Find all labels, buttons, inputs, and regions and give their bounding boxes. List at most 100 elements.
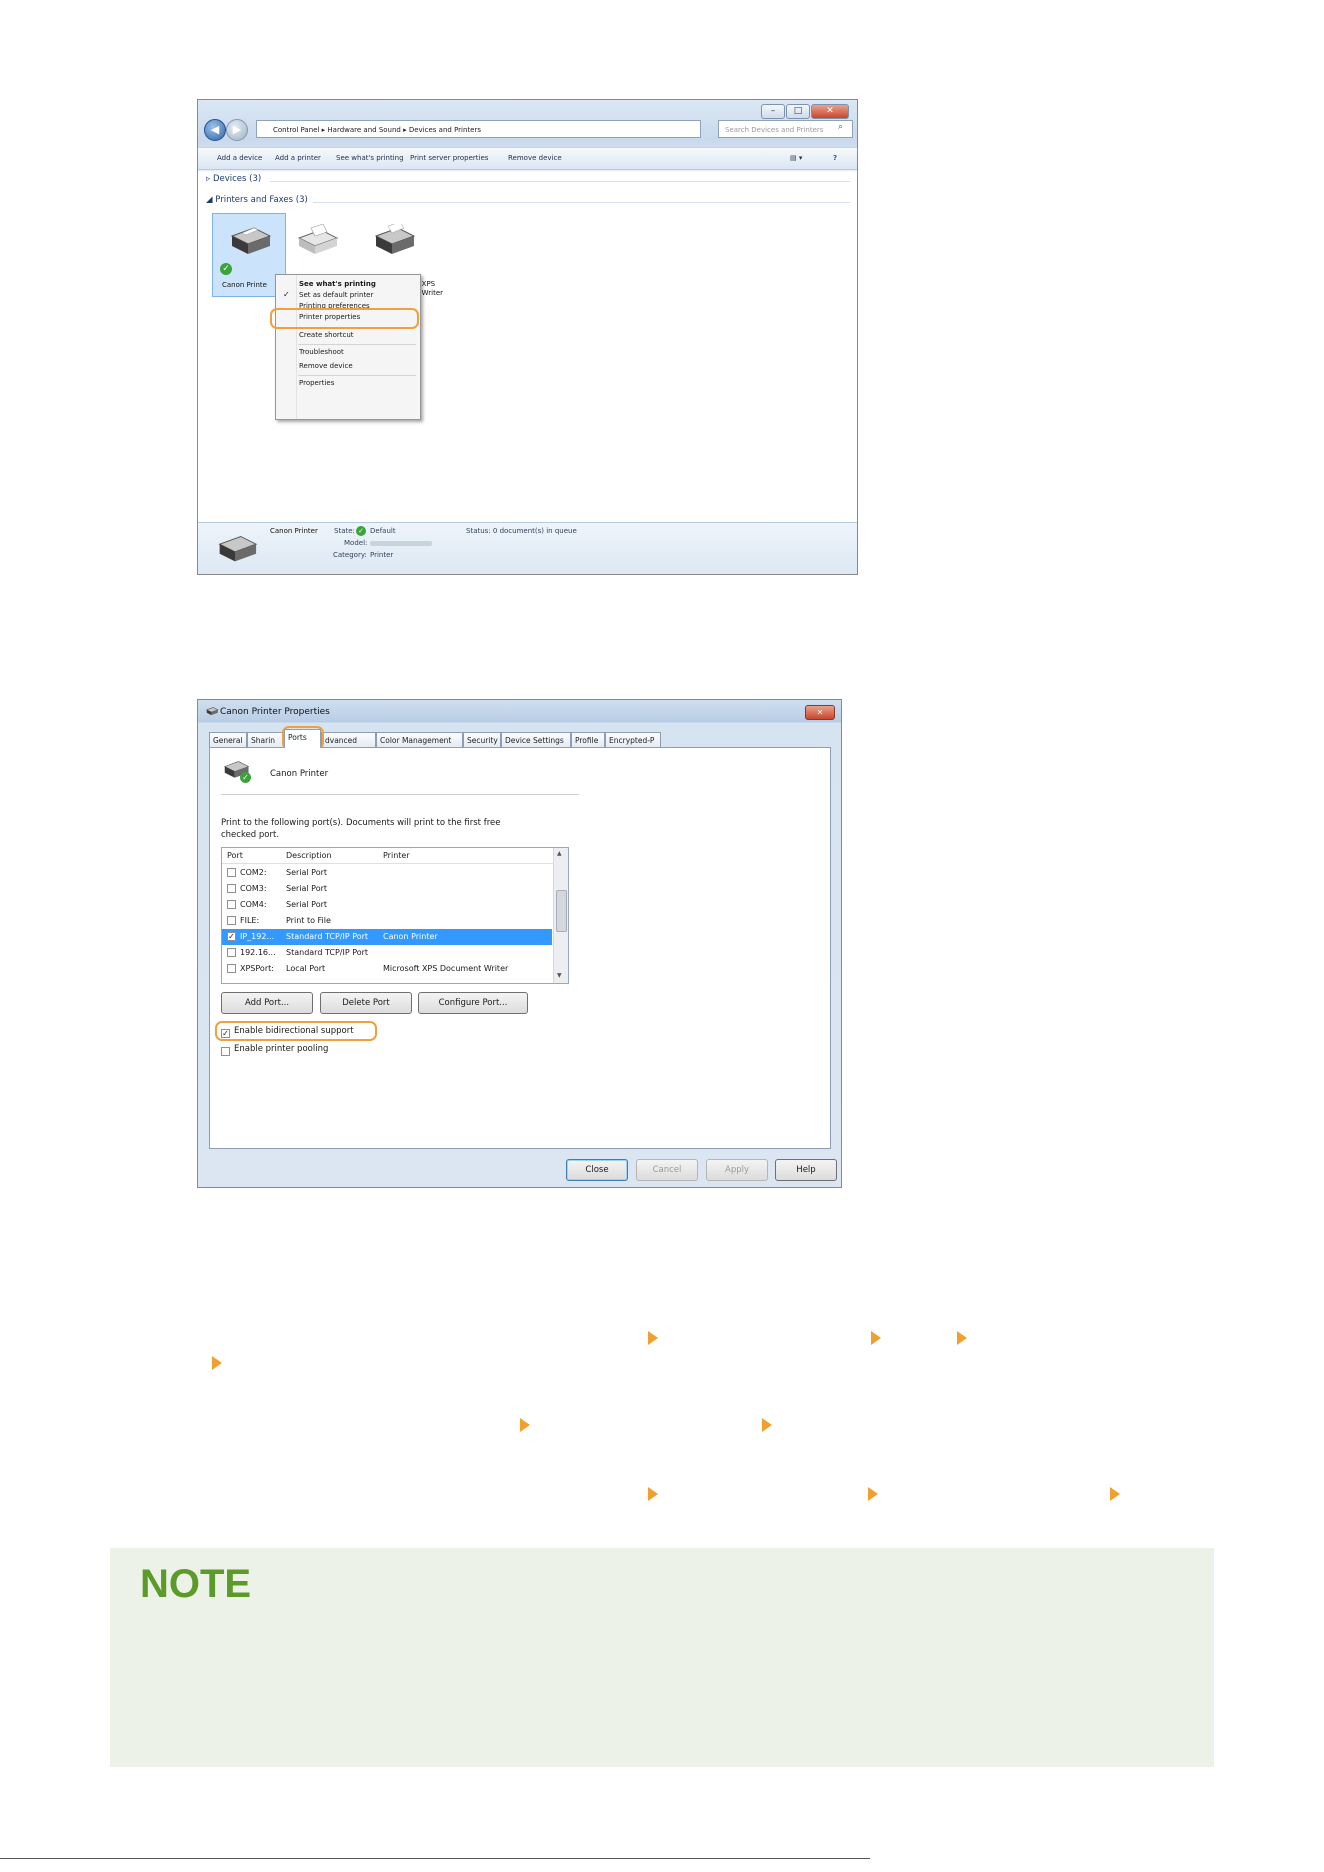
port-row[interactable]: 192.16... Standard TCP/IP Port: [222, 945, 552, 961]
category-label: Category:: [333, 551, 367, 559]
column-header-description[interactable]: Description: [286, 848, 332, 863]
tab-general[interactable]: General: [209, 732, 247, 747]
port-cell-printer: Microsoft XPS Document Writer: [383, 964, 509, 973]
menu-item-create-shortcut[interactable]: Create shortcut: [276, 330, 420, 341]
maximize-button[interactable]: □: [786, 104, 810, 119]
view-options-icon[interactable]: ▤ ▾: [790, 148, 802, 169]
add-printer-button[interactable]: Add a printer: [275, 148, 321, 169]
menu-item-properties[interactable]: Properties: [276, 378, 420, 389]
search-input[interactable]: Search Devices and Printers: [718, 120, 853, 138]
port-cell-port: XPSPort:: [240, 964, 274, 973]
back-arrow-icon[interactable]: ◀: [204, 119, 226, 141]
step-arrow-icon: [871, 1331, 881, 1345]
port-row[interactable]: COM2: Serial Port: [222, 865, 552, 881]
menu-item-printing-preferences[interactable]: Printing preferences: [276, 301, 420, 308]
add-device-button[interactable]: Add a device: [217, 148, 262, 169]
tab-security[interactable]: Security: [463, 732, 501, 747]
port-checkbox[interactable]: [227, 964, 236, 973]
minimize-button[interactable]: –: [761, 104, 785, 119]
category-value: Printer: [370, 551, 394, 559]
port-checkbox[interactable]: ✓: [227, 932, 236, 941]
configure-port-button[interactable]: Configure Port...: [418, 992, 528, 1014]
devices-group-header[interactable]: ▹ Devices (3): [206, 174, 261, 184]
window-controls: – □ ✕: [761, 104, 849, 119]
remove-device-button[interactable]: Remove device: [508, 148, 562, 169]
port-checkbox[interactable]: [227, 884, 236, 893]
scroll-down-icon[interactable]: ▼: [557, 972, 562, 979]
step-arrow-icon: [868, 1487, 878, 1501]
instructions-line1: Print to the following port(s). Document…: [221, 818, 501, 828]
help-icon[interactable]: ?: [833, 148, 837, 169]
forward-arrow-icon[interactable]: ▶: [226, 119, 248, 141]
cancel-button[interactable]: Cancel: [636, 1159, 698, 1181]
devices-and-printers-window: – □ ✕ ◀ ▶ Control Panel ▸ Hardware and S…: [197, 99, 858, 575]
tab-color-management[interactable]: Color Management: [376, 732, 463, 747]
printers-group-header[interactable]: ◢ Printers and Faxes (3): [206, 195, 308, 205]
column-header-printer[interactable]: Printer: [383, 848, 410, 863]
breadcrumb-devices-and-printers[interactable]: Devices and Printers: [409, 126, 481, 134]
print-server-properties-button[interactable]: Print server properties: [410, 148, 488, 169]
close-button[interactable]: ✕: [811, 104, 849, 119]
port-cell-description: Serial Port: [286, 868, 328, 877]
breadcrumb-control-panel[interactable]: Control Panel: [273, 126, 319, 134]
menu-separator: [298, 344, 416, 345]
highlight-printer-properties: [270, 308, 419, 329]
menu-item-troubleshoot[interactable]: Troubleshoot: [276, 347, 420, 358]
menu-item-see-whats-printing[interactable]: See what's printing: [276, 279, 420, 290]
tab-advanced[interactable]: dvanced: [321, 732, 376, 747]
search-icon: ⌕: [838, 122, 844, 132]
port-row[interactable]: COM4: Serial Port: [222, 897, 552, 913]
help-button[interactable]: Help: [775, 1159, 837, 1181]
breadcrumb-hardware-and-sound[interactable]: Hardware and Sound: [327, 126, 400, 134]
instructions-line2: checked port.: [221, 830, 280, 840]
pooling-checkbox[interactable]: [221, 1047, 230, 1056]
printer-properties-dialog: Canon Printer Properties ✕ General Shari…: [197, 699, 842, 1188]
note-title: NOTE: [140, 1562, 252, 1606]
tab-ports[interactable]: Ports: [284, 729, 321, 748]
column-header-port[interactable]: Port: [227, 848, 243, 863]
tab-sharing[interactable]: Sharin: [247, 732, 284, 747]
port-cell-port: 192.16...: [240, 948, 276, 957]
port-cell-description: Serial Port: [286, 884, 328, 893]
tab-profile[interactable]: Profile: [571, 732, 605, 747]
port-checkbox[interactable]: [227, 916, 236, 925]
printer-name: Canon Printer: [270, 769, 329, 779]
add-port-button[interactable]: Add Port...: [221, 992, 313, 1014]
port-row[interactable]: COM3: Serial Port: [222, 881, 552, 897]
scroll-up-icon[interactable]: ▲: [557, 850, 562, 857]
divider: [221, 794, 579, 795]
delete-port-button[interactable]: Delete Port: [320, 992, 412, 1014]
port-row[interactable]: XPSPort: Local Port Microsoft XPS Document…: [222, 961, 552, 977]
tab-device-settings[interactable]: Device Settings: [501, 732, 571, 747]
step-arrow-icon: [762, 1418, 772, 1432]
queue-status: Status: 0 document(s) in queue: [466, 527, 577, 535]
see-whats-printing-button[interactable]: See what's printing: [336, 148, 404, 169]
port-cell-port: COM2:: [240, 868, 267, 877]
details-printer-name: Canon Printer: [270, 527, 318, 535]
footer-rule: [0, 1858, 870, 1859]
address-bar[interactable]: Control Panel ▸ Hardware and Sound ▸ Dev…: [256, 120, 701, 138]
close-icon[interactable]: ✕: [805, 705, 835, 720]
menu-item-remove-device[interactable]: Remove device: [276, 361, 420, 372]
close-button[interactable]: Close: [566, 1159, 628, 1181]
apply-button[interactable]: Apply: [706, 1159, 768, 1181]
port-checkbox[interactable]: [227, 900, 236, 909]
port-row[interactable]: ✓ IP_192... Standard TCP/IP Port Canon Prin…: [222, 929, 552, 945]
tab-encrypted[interactable]: Encrypted-P: [605, 732, 661, 747]
ports-list[interactable]: Port Description Printer COM2: Serial Por…: [221, 847, 569, 984]
fax-icon: [297, 224, 339, 254]
scroll-thumb[interactable]: [556, 890, 567, 932]
scrollbar[interactable]: ▲ ▼: [553, 848, 568, 983]
devices-group-label: Devices (3): [212, 174, 262, 184]
menu-item-set-default[interactable]: Set as default printer: [276, 290, 420, 301]
port-cell-description: Standard TCP/IP Port: [286, 948, 369, 957]
port-cell-port: FILE:: [240, 916, 260, 925]
group-divider: [313, 202, 850, 203]
port-row[interactable]: FILE: Print to File: [222, 913, 552, 929]
step-arrow-icon: [957, 1331, 967, 1345]
port-cell-description: Print to File: [286, 916, 331, 925]
step-arrow-icon: [212, 1356, 222, 1370]
pooling-label: Enable printer pooling: [234, 1044, 329, 1054]
port-checkbox[interactable]: [227, 868, 236, 877]
port-checkbox[interactable]: [227, 948, 236, 957]
